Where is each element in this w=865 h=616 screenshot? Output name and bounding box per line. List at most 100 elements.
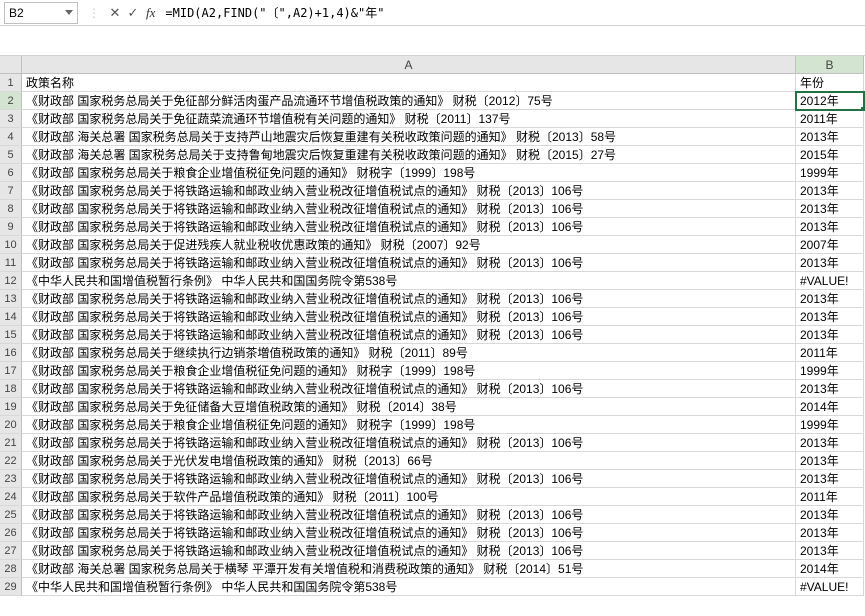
cell[interactable]: 《财政部 国家税务总局关于粮食企业增值税征免问题的通知》 财税字〔1999〕19…	[22, 362, 796, 380]
cell[interactable]: 《财政部 国家税务总局关于将铁路运输和邮政业纳入营业税改征增值税试点的通知》 财…	[22, 218, 796, 236]
cell[interactable]: 《财政部 国家税务总局关于将铁路运输和邮政业纳入营业税改征增值税试点的通知》 财…	[22, 524, 796, 542]
cell[interactable]: 《财政部 国家税务总局关于软件产品增值税政策的通知》 财税〔2011〕100号	[22, 488, 796, 506]
row-header[interactable]: 11	[0, 254, 22, 272]
cell[interactable]: 《财政部 国家税务总局关于粮食企业增值税征免问题的通知》 财税字〔1999〕19…	[22, 164, 796, 182]
cell[interactable]: 《财政部 国家税务总局关于将铁路运输和邮政业纳入营业税改征增值税试点的通知》 财…	[22, 200, 796, 218]
row-header[interactable]: 1	[0, 74, 22, 92]
cell[interactable]: 《中华人民共和国增值税暂行条例》 中华人民共和国国务院令第538号	[22, 578, 796, 596]
row-header[interactable]: 19	[0, 398, 22, 416]
cell[interactable]: 《财政部 国家税务总局关于将铁路运输和邮政业纳入营业税改征增值税试点的通知》 财…	[22, 380, 796, 398]
cell[interactable]: 2013年	[796, 524, 864, 542]
row-header[interactable]: 20	[0, 416, 22, 434]
row-header[interactable]: 13	[0, 290, 22, 308]
cell[interactable]: 《财政部 国家税务总局关于将铁路运输和邮政业纳入营业税改征增值税试点的通知》 财…	[22, 308, 796, 326]
cell[interactable]: 《财政部 国家税务总局关于将铁路运输和邮政业纳入营业税改征增值税试点的通知》 财…	[22, 254, 796, 272]
confirm-icon[interactable]: ✓	[124, 5, 142, 21]
cell[interactable]: 2013年	[796, 506, 864, 524]
row-header[interactable]: 26	[0, 524, 22, 542]
cell[interactable]: 2011年	[796, 488, 864, 506]
cell[interactable]: 1999年	[796, 164, 864, 182]
row-header[interactable]: 24	[0, 488, 22, 506]
cell[interactable]: 2014年	[796, 560, 864, 578]
cell[interactable]: 《财政部 国家税务总局关于继续执行边销茶増值税政策的通知》 财税〔2011〕89…	[22, 344, 796, 362]
cell[interactable]: 2013年	[796, 434, 864, 452]
cell[interactable]: 2013年	[796, 200, 864, 218]
cell[interactable]: 《财政部 国家税务总局关于将铁路运输和邮政业纳入营业税改征增值税试点的通知》 财…	[22, 470, 796, 488]
cell[interactable]: 1999年	[796, 362, 864, 380]
cell[interactable]: #VALUE!	[796, 272, 864, 290]
row-header[interactable]: 27	[0, 542, 22, 560]
cell[interactable]: 2013年	[796, 182, 864, 200]
cell[interactable]: 2007年	[796, 236, 864, 254]
row-header[interactable]: 8	[0, 200, 22, 218]
select-all-corner[interactable]	[0, 56, 22, 74]
row-header[interactable]: 9	[0, 218, 22, 236]
cell[interactable]: 1999年	[796, 416, 864, 434]
cell[interactable]: 《财政部 国家税务总局关于免征蔬菜流通环节增值税有关问题的通知》 财税〔2011…	[22, 110, 796, 128]
spreadsheet-grid[interactable]: AB 1政策名称年份 2《财政部 国家税务总局关于免征部分鲜活肉蛋产品流通环节增值税…	[0, 56, 865, 596]
row-header[interactable]: 3	[0, 110, 22, 128]
cell[interactable]: 《财政部 海关总署 国家税务总局关于支持鲁甸地震灾后恢复重建有关税收政策问题的通…	[22, 146, 796, 164]
row-header[interactable]: 17	[0, 362, 22, 380]
chevron-down-icon[interactable]	[65, 10, 73, 15]
fx-icon[interactable]: fx	[146, 5, 155, 21]
cell[interactable]: 年份	[796, 74, 864, 92]
cell[interactable]: 2013年	[796, 380, 864, 398]
row-header[interactable]: 22	[0, 452, 22, 470]
cell[interactable]: 《中华人民共和国增值税暂行条例》 中华人民共和国国务院令第538号	[22, 272, 796, 290]
cell[interactable]: 《财政部 国家税务总局关于将铁路运输和邮政业纳入营业税改征增值税试点的通知》 财…	[22, 434, 796, 452]
row-header[interactable]: 15	[0, 326, 22, 344]
row-header[interactable]: 29	[0, 578, 22, 596]
cell[interactable]: 2015年	[796, 146, 864, 164]
cell[interactable]: 2011年	[796, 344, 864, 362]
cell[interactable]: 2014年	[796, 398, 864, 416]
row-header[interactable]: 21	[0, 434, 22, 452]
name-box[interactable]: B2	[4, 2, 78, 24]
cell[interactable]: 《财政部 海关总署 国家税务总局关于支持芦山地震灾后恢复重建有关税收政策问题的通…	[22, 128, 796, 146]
row-header[interactable]: 25	[0, 506, 22, 524]
row-header[interactable]: 28	[0, 560, 22, 578]
cell[interactable]: 2013年	[796, 452, 864, 470]
row-header[interactable]: 14	[0, 308, 22, 326]
cell[interactable]: #VALUE!	[796, 578, 864, 596]
cell[interactable]: 《财政部 国家税务总局关于将铁路运输和邮政业纳入营业税改征增值税试点的通知》 财…	[22, 506, 796, 524]
cell[interactable]: 2012年	[796, 92, 864, 110]
cell[interactable]: 《财政部 国家税务总局关于将铁路运输和邮政业纳入营业税改征增值税试点的通知》 财…	[22, 542, 796, 560]
cell[interactable]: 《财政部 国家税务总局关于免征储备大豆增值税政策的通知》 财税〔2014〕38号	[22, 398, 796, 416]
cell[interactable]: 《财政部 海关总署 国家税务总局关于横琴 平潭开发有关增值税和消费税政策的通知》…	[22, 560, 796, 578]
cell[interactable]: 《财政部 国家税务总局关于将铁路运输和邮政业纳入营业税改征增值税试点的通知》 财…	[22, 290, 796, 308]
cell[interactable]: 《财政部 国家税务总局关于粮食企业增值税征免问题的通知》 财税字〔1999〕19…	[22, 416, 796, 434]
cell[interactable]: 《财政部 国家税务总局关于将铁路运输和邮政业纳入营业税改征增值税试点的通知》 财…	[22, 326, 796, 344]
column-header-B[interactable]: B	[796, 56, 864, 74]
cell[interactable]: 2013年	[796, 254, 864, 272]
row-header[interactable]: 12	[0, 272, 22, 290]
cell[interactable]: 2013年	[796, 218, 864, 236]
spacer	[0, 26, 865, 56]
cell[interactable]: 2013年	[796, 326, 864, 344]
cell[interactable]: 2013年	[796, 308, 864, 326]
cell[interactable]: 2013年	[796, 470, 864, 488]
row-header[interactable]: 5	[0, 146, 22, 164]
cell[interactable]: 《财政部 国家税务总局关于促进残疾人就业税收优惠政策的通知》 财税〔2007〕9…	[22, 236, 796, 254]
cell[interactable]: 《财政部 国家税务总局关于光伏发电增值税政策的通知》 财税〔2013〕66号	[22, 452, 796, 470]
cell[interactable]: 2013年	[796, 542, 864, 560]
cancel-icon[interactable]: ✕	[106, 5, 124, 21]
row-header[interactable]: 6	[0, 164, 22, 182]
row-header[interactable]: 7	[0, 182, 22, 200]
row-header[interactable]: 4	[0, 128, 22, 146]
row-header[interactable]: 23	[0, 470, 22, 488]
row-header[interactable]: 2	[0, 92, 22, 110]
formula-input[interactable]: =MID(A2,FIND("〔",A2)+1,4)&"年"	[159, 2, 865, 23]
row-header[interactable]: 18	[0, 380, 22, 398]
row-header[interactable]: 16	[0, 344, 22, 362]
row-header[interactable]: 10	[0, 236, 22, 254]
cell[interactable]: 2011年	[796, 110, 864, 128]
column-header-A[interactable]: A	[22, 56, 796, 74]
cell[interactable]: 2013年	[796, 128, 864, 146]
cell[interactable]: 《财政部 国家税务总局关于免征部分鲜活肉蛋产品流通环节增值税政策的通知》 财税〔…	[22, 92, 796, 110]
formula-bar: B2 ⋮ ✕ ✓ fx =MID(A2,FIND("〔",A2)+1,4)&"年…	[0, 0, 865, 26]
cell[interactable]: 政策名称	[22, 74, 796, 92]
cell[interactable]: 2013年	[796, 290, 864, 308]
cell[interactable]: 《财政部 国家税务总局关于将铁路运输和邮政业纳入营业税改征增值税试点的通知》 财…	[22, 182, 796, 200]
name-box-text: B2	[9, 6, 24, 20]
